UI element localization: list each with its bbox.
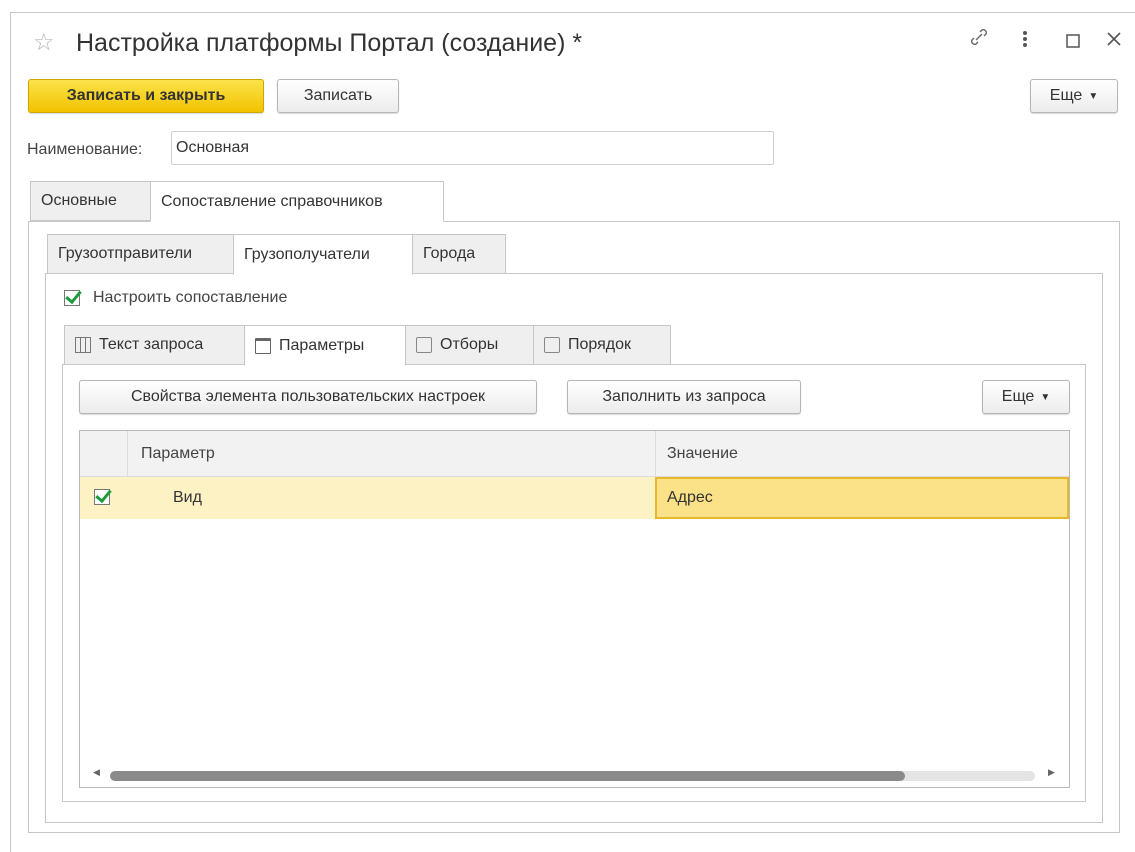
name-input[interactable]: Основная bbox=[171, 131, 774, 165]
row-value-cell[interactable]: Адрес bbox=[655, 477, 1069, 519]
tab-main[interactable]: Основные bbox=[30, 181, 151, 221]
row-parameter-cell[interactable]: Вид bbox=[173, 477, 202, 519]
tab-query-text-label: Текст запроса bbox=[99, 336, 204, 353]
more-vertical-icon[interactable] bbox=[1022, 30, 1028, 54]
more-button-label: Еще bbox=[1049, 87, 1083, 104]
page-title: Настройка платформы Портал (создание) * bbox=[76, 29, 583, 57]
star-icon[interactable]: ☆ bbox=[33, 28, 55, 57]
column-divider bbox=[127, 431, 128, 477]
column-header-value[interactable]: Значение bbox=[667, 431, 738, 477]
tab-filters-label: Отборы bbox=[440, 336, 499, 353]
table-icon bbox=[75, 337, 91, 353]
tab-directory-mapping[interactable]: Сопоставление справочников bbox=[150, 181, 444, 222]
tab-order-label: Порядок bbox=[568, 336, 632, 353]
parameters-table[interactable]: Параметр Значение Вид Адрес ◀ ▶ bbox=[79, 430, 1070, 788]
tab-consignees[interactable]: Грузополучатели bbox=[233, 234, 413, 275]
row-checkbox[interactable] bbox=[94, 489, 110, 505]
tab-consignors[interactable]: Грузоотправители bbox=[47, 234, 234, 274]
column-divider bbox=[655, 431, 656, 477]
configure-mapping-label: Настроить сопоставление bbox=[93, 289, 288, 306]
horizontal-scrollbar[interactable] bbox=[110, 771, 1035, 781]
scroll-left-icon[interactable]: ◀ bbox=[93, 767, 100, 778]
chevron-down-icon: ▼ bbox=[1040, 391, 1051, 403]
tab-query-text[interactable]: Текст запроса bbox=[64, 325, 245, 365]
save-and-close-button[interactable]: Записать и закрыть bbox=[28, 79, 264, 113]
filter-icon bbox=[416, 337, 432, 353]
link-icon[interactable] bbox=[968, 26, 990, 54]
chevron-down-icon: ▼ bbox=[1088, 90, 1099, 102]
tab-filters[interactable]: Отборы bbox=[405, 325, 534, 365]
tab-parameters[interactable]: Параметры bbox=[244, 325, 406, 366]
configure-mapping-checkbox[interactable] bbox=[64, 290, 80, 306]
params-more-button[interactable]: Еще ▼ bbox=[982, 380, 1070, 414]
fill-from-query-button[interactable]: Заполнить из запроса bbox=[567, 380, 801, 414]
maximize-icon[interactable] bbox=[1066, 31, 1080, 54]
sort-order-icon bbox=[544, 337, 560, 353]
column-header-parameter[interactable]: Параметр bbox=[141, 431, 215, 477]
parameters-icon bbox=[255, 337, 271, 354]
scroll-right-icon[interactable]: ▶ bbox=[1048, 767, 1055, 778]
tab-parameters-label: Параметры bbox=[279, 336, 365, 354]
table-row[interactable]: Вид Адрес bbox=[80, 477, 1069, 519]
element-properties-button[interactable]: Свойства элемента пользовательских настр… bbox=[79, 380, 537, 414]
tab-order[interactable]: Порядок bbox=[533, 325, 671, 365]
tab-cities[interactable]: Города bbox=[412, 234, 506, 274]
params-more-button-label: Еще bbox=[1001, 388, 1035, 405]
name-label: Наименование: bbox=[27, 141, 143, 158]
more-button[interactable]: Еще ▼ bbox=[1030, 79, 1118, 113]
save-button[interactable]: Записать bbox=[277, 79, 399, 113]
table-header: Параметр Значение bbox=[80, 431, 1069, 477]
close-icon[interactable] bbox=[1106, 30, 1122, 53]
scrollbar-thumb[interactable] bbox=[110, 771, 905, 781]
